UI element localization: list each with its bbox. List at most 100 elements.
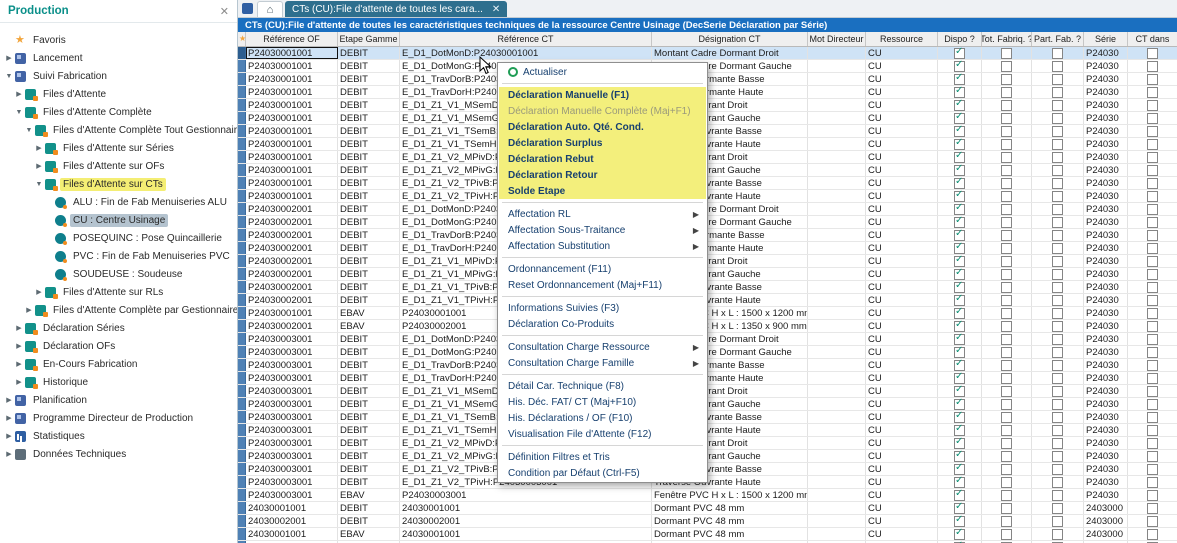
dispo-checkbox[interactable] [954, 398, 965, 410]
part-fab-checkbox[interactable] [1052, 255, 1063, 267]
part-fab-checkbox[interactable] [1052, 294, 1063, 306]
dispo-checkbox[interactable] [954, 47, 965, 59]
dispo-checkbox[interactable] [954, 515, 965, 527]
row-selector[interactable] [238, 203, 246, 215]
sidebar-item-files-d-attente-sur-rls[interactable]: ▶ Files d'Attente sur RLs [0, 283, 237, 301]
chevron-right-icon[interactable]: ▶ [14, 360, 24, 368]
dispo-checkbox[interactable] [954, 203, 965, 215]
row-selector[interactable] [238, 385, 246, 397]
table-row[interactable]: P24030003001 EBAV P24030003001 Fenêtre PVC … [238, 489, 1177, 502]
sidebar-item-files-d-attente-sur-series[interactable]: ▶ Files d'Attente sur Séries [0, 139, 237, 157]
row-selector[interactable] [238, 359, 246, 371]
sidebar-item-historique[interactable]: ▶ Historique [0, 373, 237, 391]
column-header-reference-ct[interactable]: Référence CT [400, 32, 652, 46]
row-selector[interactable] [238, 255, 246, 267]
part-fab-checkbox[interactable] [1052, 281, 1063, 293]
part-fab-checkbox[interactable] [1052, 73, 1063, 85]
chevron-down-icon[interactable]: ▼ [4, 73, 14, 80]
dispo-checkbox[interactable] [954, 424, 965, 436]
ct-dans-checkbox[interactable] [1147, 515, 1158, 527]
tot-fabriq-checkbox[interactable] [1001, 333, 1012, 345]
table-row[interactable]: P24030001001 DEBIT E_D1_DotMonD:P240300010… [238, 47, 1177, 60]
tot-fabriq-checkbox[interactable] [1001, 502, 1012, 514]
ct-dans-checkbox[interactable] [1147, 398, 1158, 410]
chevron-right-icon[interactable]: ▶ [4, 450, 14, 458]
ct-dans-checkbox[interactable] [1147, 86, 1158, 98]
dispo-checkbox[interactable] [954, 138, 965, 150]
tot-fabriq-checkbox[interactable] [1001, 60, 1012, 72]
ct-dans-checkbox[interactable] [1147, 372, 1158, 384]
part-fab-checkbox[interactable] [1052, 476, 1063, 488]
sidebar-item-programme-directeur-de-production[interactable]: ▶ Programme Directeur de Production [0, 409, 237, 427]
sidebar-close-icon[interactable]: ✕ [220, 5, 229, 18]
chevron-right-icon[interactable]: ▶ [4, 54, 14, 62]
column-header-mot-directeur[interactable]: Mot Directeur [808, 32, 866, 46]
part-fab-checkbox[interactable] [1052, 216, 1063, 228]
dispo-checkbox[interactable] [954, 190, 965, 202]
ct-dans-checkbox[interactable] [1147, 177, 1158, 189]
dispo-checkbox[interactable] [954, 489, 965, 501]
part-fab-checkbox[interactable] [1052, 333, 1063, 345]
sidebar-item-declaration-series[interactable]: ▶ Déclaration Séries [0, 319, 237, 337]
part-fab-checkbox[interactable] [1052, 60, 1063, 72]
ct-dans-checkbox[interactable] [1147, 489, 1158, 501]
ct-dans-checkbox[interactable] [1147, 281, 1158, 293]
dispo-checkbox[interactable] [954, 450, 965, 462]
tot-fabriq-checkbox[interactable] [1001, 424, 1012, 436]
sidebar-item-files-d-attente-complete[interactable]: ▼ Files d'Attente Complète [0, 103, 237, 121]
tot-fabriq-checkbox[interactable] [1001, 346, 1012, 358]
part-fab-checkbox[interactable] [1052, 489, 1063, 501]
part-fab-checkbox[interactable] [1052, 112, 1063, 124]
ct-dans-checkbox[interactable] [1147, 73, 1158, 85]
menu-item-solde-etape[interactable]: Solde Etape [499, 183, 706, 199]
sidebar-item-files-d-attente[interactable]: ▶ Files d'Attente [0, 85, 237, 103]
chevron-down-icon[interactable]: ▼ [14, 109, 24, 116]
dispo-checkbox[interactable] [954, 73, 965, 85]
tot-fabriq-checkbox[interactable] [1001, 86, 1012, 98]
sidebar-item-statistiques[interactable]: ▶ Statistiques [0, 427, 237, 445]
row-selector[interactable] [238, 346, 246, 358]
tot-fabriq-checkbox[interactable] [1001, 307, 1012, 319]
ct-dans-checkbox[interactable] [1147, 294, 1158, 306]
ct-dans-checkbox[interactable] [1147, 411, 1158, 423]
menu-item-detail-car-technique-f8[interactable]: Détail Car. Technique (F8) [499, 378, 706, 394]
part-fab-checkbox[interactable] [1052, 164, 1063, 176]
tot-fabriq-checkbox[interactable] [1001, 463, 1012, 475]
dispo-checkbox[interactable] [954, 229, 965, 241]
sidebar-item-soudeuse-soudeuse[interactable]: SOUDEUSE : Soudeuse [0, 265, 237, 283]
dispo-checkbox[interactable] [954, 112, 965, 124]
dispo-checkbox[interactable] [954, 463, 965, 475]
sidebar-item-en-cours-fabrication[interactable]: ▶ En-Cours Fabrication [0, 355, 237, 373]
ct-dans-checkbox[interactable] [1147, 229, 1158, 241]
part-fab-checkbox[interactable] [1052, 463, 1063, 475]
menu-item-declaration-co-produits[interactable]: Déclaration Co-Produits [499, 316, 706, 332]
row-selector[interactable] [238, 307, 246, 319]
tot-fabriq-checkbox[interactable] [1001, 437, 1012, 449]
dispo-checkbox[interactable] [954, 307, 965, 319]
part-fab-checkbox[interactable] [1052, 190, 1063, 202]
tot-fabriq-checkbox[interactable] [1001, 359, 1012, 371]
column-header-dispo[interactable]: Dispo ? [938, 32, 982, 46]
part-fab-checkbox[interactable] [1052, 528, 1063, 540]
sidebar-item-files-d-attente-complete-tout-gestionnaire[interactable]: ▼ Files d'Attente Complète Tout Gestionna… [0, 121, 237, 139]
chevron-right-icon[interactable]: ▶ [4, 414, 14, 422]
dispo-checkbox[interactable] [954, 99, 965, 111]
sidebar-item-favoris[interactable]: ★ Favoris [0, 31, 237, 49]
row-selector[interactable] [238, 398, 246, 410]
part-fab-checkbox[interactable] [1052, 424, 1063, 436]
part-fab-checkbox[interactable] [1052, 229, 1063, 241]
row-selector[interactable] [238, 112, 246, 124]
part-fab-checkbox[interactable] [1052, 99, 1063, 111]
ct-dans-checkbox[interactable] [1147, 60, 1158, 72]
part-fab-checkbox[interactable] [1052, 242, 1063, 254]
tab-home[interactable]: ⌂ [257, 1, 283, 17]
row-selector[interactable] [238, 60, 246, 72]
tot-fabriq-checkbox[interactable] [1001, 515, 1012, 527]
ct-dans-checkbox[interactable] [1147, 476, 1158, 488]
tot-fabriq-checkbox[interactable] [1001, 203, 1012, 215]
tot-fabriq-checkbox[interactable] [1001, 268, 1012, 280]
tot-fabriq-checkbox[interactable] [1001, 450, 1012, 462]
row-selector[interactable] [238, 190, 246, 202]
tot-fabriq-checkbox[interactable] [1001, 229, 1012, 241]
tot-fabriq-checkbox[interactable] [1001, 151, 1012, 163]
